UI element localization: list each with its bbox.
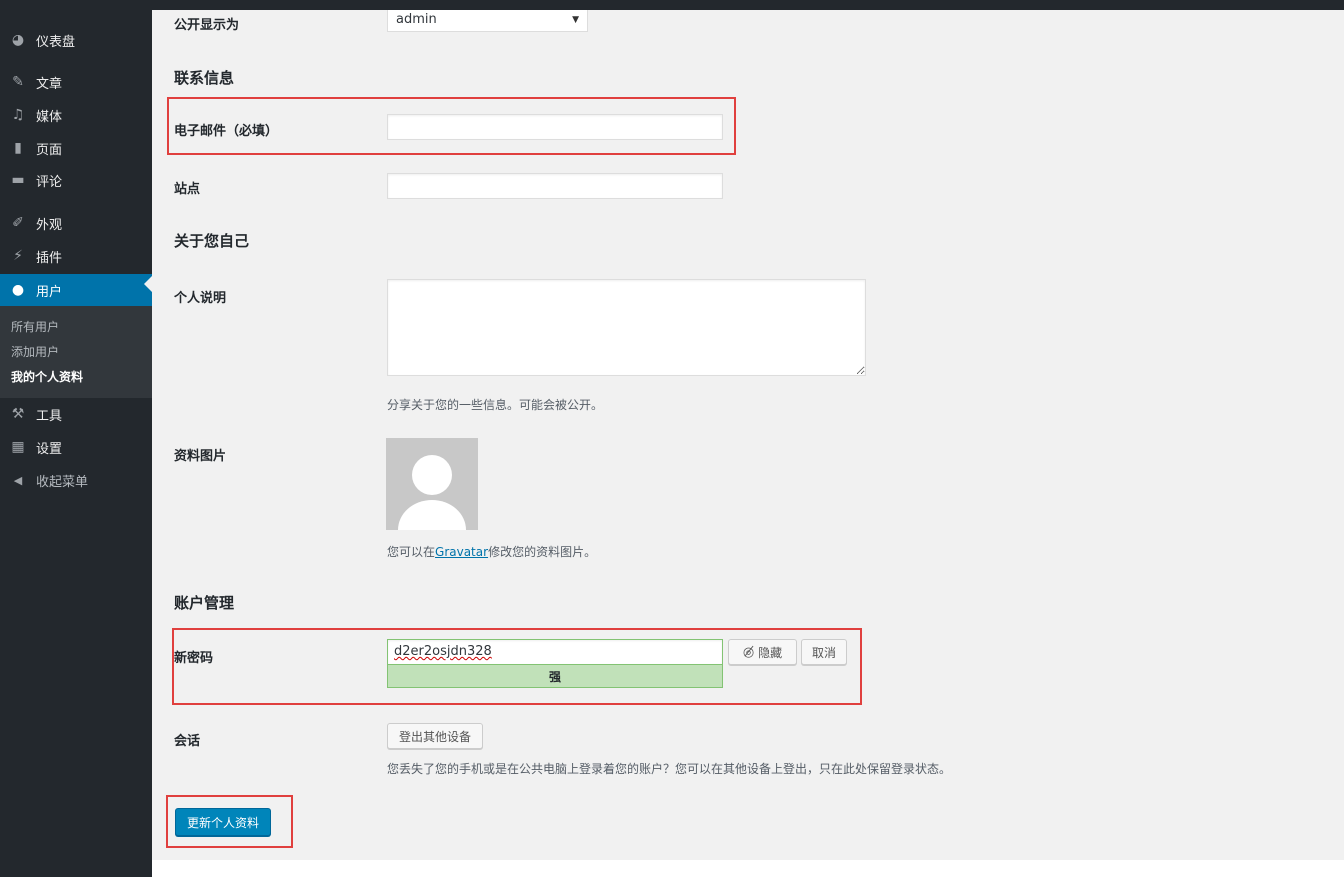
picture-desc-text: 您可以在 <box>387 545 436 559</box>
comment-icon: ▬ <box>11 172 25 188</box>
pin-icon: ✎ <box>12 74 24 90</box>
annotation-box-submit <box>166 795 293 848</box>
sidebar-item-label: 收起菜单 <box>36 474 89 490</box>
admin-top-bar <box>0 0 1344 10</box>
tools-icon: ⚒ <box>11 406 25 422</box>
display-name-label: 公开显示为 <box>174 18 240 33</box>
sidebar-item-label: 评论 <box>36 174 63 190</box>
sidebar-item-label: 仪表盘 <box>36 34 76 50</box>
website-field[interactable] <box>387 173 723 199</box>
account-management-heading: 账户管理 <box>174 594 235 612</box>
display-name-select[interactable]: admin ▼ <box>387 10 588 32</box>
profile-picture-label: 资料图片 <box>174 449 227 464</box>
website-label: 站点 <box>174 182 201 197</box>
sessions-label: 会话 <box>174 734 201 749</box>
media-icon: ♫ <box>11 107 25 123</box>
submenu-item-my-profile[interactable]: 我的个人资料 <box>11 368 83 385</box>
sidebar-item-comments[interactable]: ▬ 评论 <box>0 165 152 195</box>
sidebar-item-label: 工具 <box>36 408 63 424</box>
sidebar-item-settings[interactable]: ▦ 设置 <box>0 432 152 462</box>
submenu-item-add-user[interactable]: 添加用户 <box>11 343 59 360</box>
annotation-box-password <box>172 628 862 705</box>
picture-desc-text: 修改您的资料图片。 <box>488 545 597 559</box>
bio-description: 分享关于您的一些信息。可能会被公开。 <box>387 398 604 412</box>
about-yourself-heading: 关于您自己 <box>174 232 250 250</box>
current-menu-arrow <box>144 276 152 292</box>
submenu-item-all-users[interactable]: 所有用户 <box>11 318 59 335</box>
default-avatar-icon <box>398 455 466 530</box>
sidebar-item-posts[interactable]: ✎ 文章 <box>0 67 152 97</box>
avatar <box>386 438 478 530</box>
sidebar-collapse-menu[interactable]: ◀ 收起菜单 <box>0 465 152 495</box>
sidebar-item-plugins[interactable]: ⚡ 插件 <box>0 241 152 271</box>
sidebar-item-users[interactable]: ● 用户 <box>0 274 152 306</box>
sidebar-item-appearance[interactable]: ✐ 外观 <box>0 208 152 238</box>
sessions-description: 您丢失了您的手机或是在公共电脑上登录着您的账户？您可以在其他设备上登出，只在此处… <box>387 762 952 776</box>
chevron-down-icon: ▼ <box>572 15 579 25</box>
bio-textarea[interactable] <box>387 279 866 376</box>
collapse-icon: ◀ <box>13 473 23 487</box>
sidebar-item-label: 插件 <box>36 250 63 266</box>
display-name-value: admin <box>396 12 437 27</box>
profile-picture-description: 您可以在Gravatar修改您的资料图片。 <box>387 543 596 560</box>
plugin-icon: ⚡ <box>13 248 23 264</box>
bio-label: 个人说明 <box>174 291 227 306</box>
users-submenu: 所有用户 添加用户 我的个人资料 <box>0 306 152 398</box>
users-icon: ● <box>11 282 25 298</box>
sidebar-item-label: 文章 <box>36 76 63 92</box>
sidebar-item-media[interactable]: ♫ 媒体 <box>0 100 152 130</box>
sidebar-item-pages[interactable]: ▮ 页面 <box>0 133 152 163</box>
dashboard-icon: ◕ <box>11 32 25 48</box>
footer-strip <box>152 860 1344 877</box>
contact-info-heading: 联系信息 <box>174 69 235 87</box>
sidebar-item-label: 媒体 <box>36 109 63 125</box>
page-icon: ▮ <box>14 140 22 156</box>
appearance-icon: ✐ <box>12 215 24 231</box>
settings-icon: ▦ <box>11 439 25 455</box>
logout-other-devices-button[interactable]: 登出其他设备 <box>387 723 483 749</box>
annotation-box-email <box>167 97 736 155</box>
sidebar-item-tools[interactable]: ⚒ 工具 <box>0 399 152 429</box>
gravatar-link[interactable]: Gravatar <box>435 545 488 559</box>
sidebar-item-label: 外观 <box>36 217 63 233</box>
sidebar-item-label: 用户 <box>36 284 63 300</box>
sidebar-item-dashboard[interactable]: ◕ 仪表盘 <box>0 25 152 55</box>
sidebar-item-label: 页面 <box>36 142 63 158</box>
sidebar-item-label: 设置 <box>36 441 63 457</box>
